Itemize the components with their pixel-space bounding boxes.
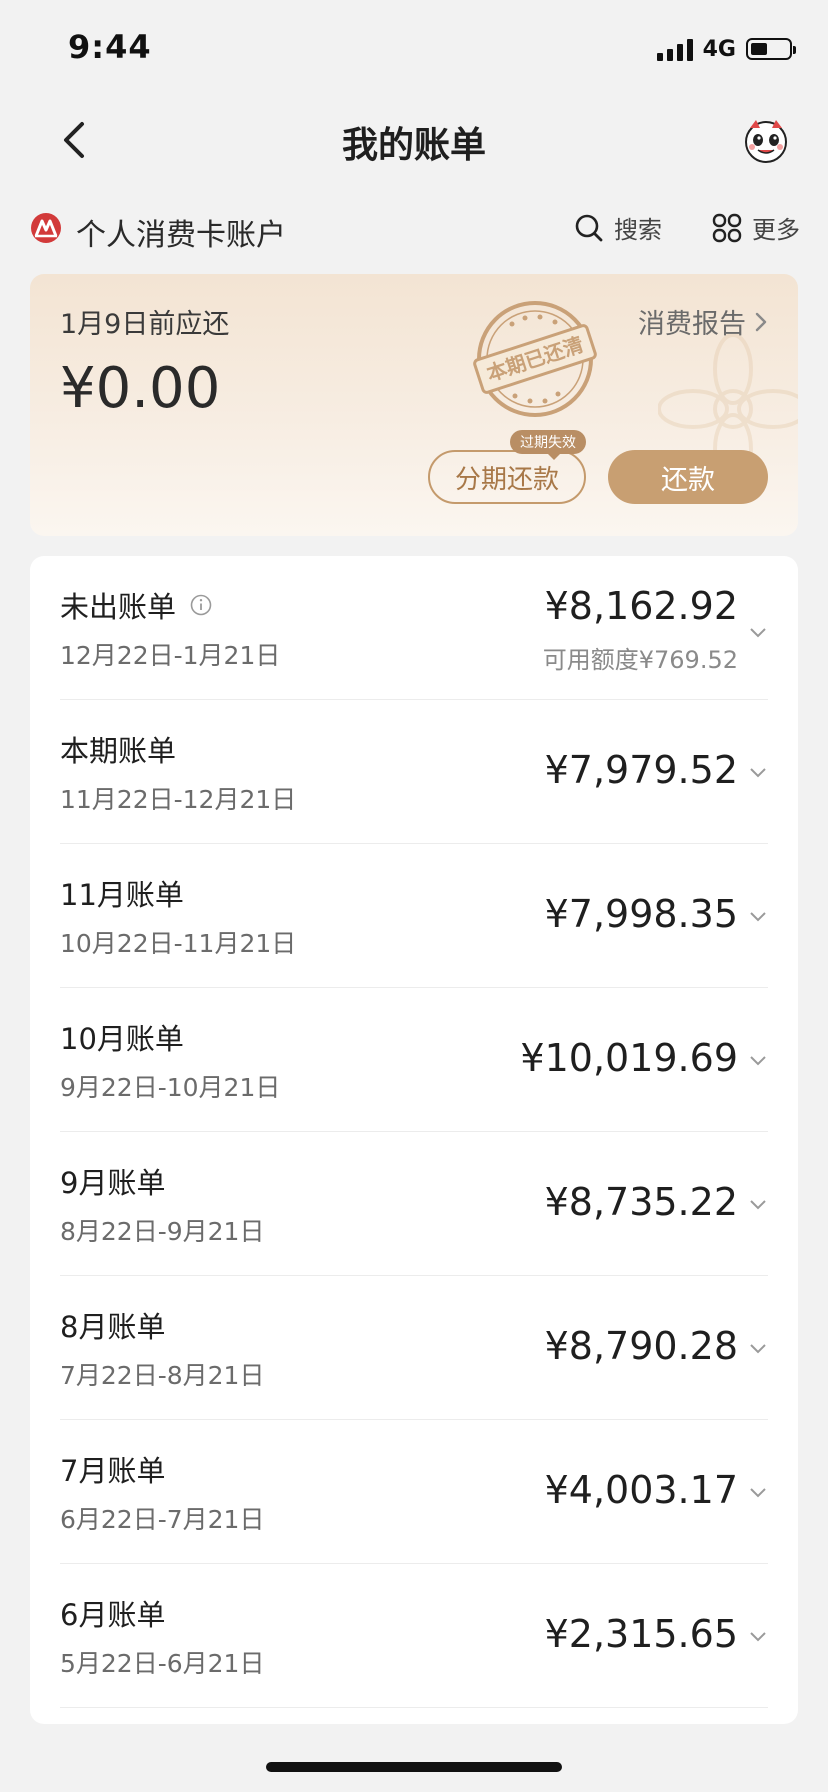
more-label: 更多 (752, 216, 800, 244)
bill-amount: ¥8,735.22 (544, 1180, 738, 1224)
bill-title: 8月账单 (60, 1310, 166, 1344)
repay-button[interactable]: 还款 (608, 450, 768, 504)
bill-range: 12月22日-1月21日 (60, 641, 281, 670)
installment-button[interactable]: 分期还款 (428, 450, 586, 504)
bill-amount: ¥8,790.28 (544, 1324, 738, 1368)
bill-row[interactable]: 未出账单 12月22日-1月21日 ¥8,162.92 可用额度¥769.52 (30, 556, 798, 700)
bill-range: 5月22日-6月21日 (60, 1649, 265, 1678)
bill-row[interactable]: 7月账单 6月22日-7月21日 ¥4,003.17 (30, 1420, 798, 1564)
due-date-label: 1月9日前应还 (60, 309, 230, 340)
expired-badge: 过期失效 (510, 430, 586, 460)
bill-amount: ¥4,003.17 (544, 1468, 738, 1512)
bill-title: 7月账单 (60, 1454, 166, 1488)
available-credit: 可用额度¥769.52 (542, 646, 738, 674)
bill-range: 6月22日-7月21日 (60, 1505, 265, 1534)
bill-title: 11月账单 (60, 878, 184, 912)
bill-row[interactable]: 10月账单 9月22日-10月21日 ¥10,019.69 (30, 988, 798, 1132)
bill-range: 8月22日-9月21日 (60, 1217, 265, 1246)
bank-logo-icon (31, 213, 61, 243)
bill-row[interactable]: 8月账单 7月22日-8月21日 ¥8,790.28 (30, 1276, 798, 1420)
home-indicator[interactable] (266, 1762, 562, 1772)
chevron-down-icon (750, 912, 766, 922)
chevron-down-icon (750, 1488, 766, 1498)
bill-amount: ¥7,979.52 (544, 748, 738, 792)
bill-title: 未出账单 (60, 590, 177, 624)
network-type: 4G (702, 36, 736, 62)
bill-amount: ¥8,162.92 (544, 584, 738, 628)
spending-report-label: 消费报告 (638, 309, 746, 340)
bill-title: 本期账单 (60, 734, 177, 768)
bill-title: 6月账单 (60, 1598, 166, 1632)
bill-row[interactable]: 9月账单 8月22日-9月21日 ¥8,735.22 (30, 1132, 798, 1276)
chevron-down-icon (750, 628, 766, 638)
status-bar: 9:44 4G (0, 0, 828, 100)
chevron-down-icon (750, 1056, 766, 1066)
bill-row[interactable]: 6月账单 5月22日-6月21日 ¥2,315.65 (30, 1564, 798, 1708)
signal-icon (656, 37, 693, 61)
chevron-down-icon (750, 1200, 766, 1210)
search-icon (575, 214, 603, 241)
info-icon[interactable] (190, 594, 212, 616)
spending-report-link[interactable]: 消费报告 (638, 302, 768, 341)
search-label: 搜索 (614, 216, 662, 244)
bill-range: 7月22日-8月21日 (60, 1361, 265, 1390)
grid-icon (712, 213, 742, 242)
bill-list: 未出账单 12月22日-1月21日 ¥8,162.92 可用额度¥769.52 … (30, 556, 798, 1724)
due-amount: ¥0.00 (60, 356, 221, 421)
divider (60, 1707, 768, 1708)
status-indicators: 4G (656, 34, 796, 64)
bill-amount: ¥10,019.69 (520, 1036, 738, 1080)
account-name: 个人消费卡账户 (76, 218, 286, 253)
nav-bar: 我的账单 (0, 100, 828, 180)
page-title: 我的账单 (341, 125, 486, 166)
bill-row[interactable]: 本期账单 11月22日-12月21日 ¥7,979.52 (30, 700, 798, 844)
bill-amount: ¥2,315.65 (544, 1612, 738, 1656)
more-button[interactable]: 更多 (712, 210, 800, 245)
paid-stamp-icon: 本期已还清 (473, 301, 597, 417)
bill-range: 9月22日-10月21日 (60, 1073, 281, 1102)
status-time: 9:44 (68, 28, 152, 66)
search-button[interactable]: 搜索 (574, 210, 662, 245)
mascot-icon[interactable] (740, 114, 792, 166)
chevron-down-icon (750, 1632, 766, 1642)
bill-title: 9月账单 (60, 1166, 166, 1200)
bill-amount: ¥7,998.35 (544, 892, 738, 936)
chevron-right-icon (755, 312, 767, 331)
bill-title-row: 未出账单 (60, 584, 212, 626)
chevron-down-icon (750, 768, 766, 778)
bill-range: 11月22日-12月21日 (60, 785, 297, 814)
battery-icon (746, 38, 796, 60)
bill-title: 10月账单 (60, 1022, 184, 1056)
chevron-down-icon (750, 1344, 766, 1354)
bill-range: 10月22日-11月21日 (60, 929, 297, 958)
bill-row[interactable]: 11月账单 10月22日-11月21日 ¥7,998.35 (30, 844, 798, 988)
account-row: 个人消费卡账户 搜索 更多 (0, 200, 828, 260)
repay-card: 1月9日前应还 ¥0.00 消费报告 本期已还清 分期还款 过期失效 还款 (30, 274, 798, 536)
